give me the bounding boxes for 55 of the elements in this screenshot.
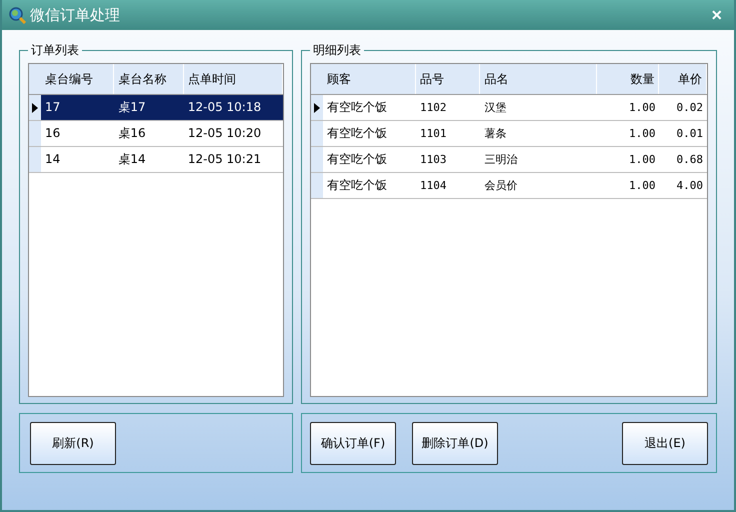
table-cell-text: 会员价 (483, 178, 518, 194)
table-cell-text: 1.00 (628, 100, 656, 116)
column-header[interactable]: 桌台编号 (41, 64, 114, 94)
table-cell-text: 1104 (419, 178, 448, 194)
table-cell-text: 0.01 (676, 126, 704, 142)
column-header[interactable]: 单价 (659, 64, 707, 94)
table-cell-text: 12-05 10:21 (186, 151, 262, 168)
table-row[interactable]: 有空吃个饭 1103 三明治 1.00 0.68 (311, 147, 707, 173)
table-row[interactable]: 14 桌14 12-05 10:21 (29, 147, 283, 173)
table-cell-text: 1.00 (628, 126, 656, 142)
table-cell-text: 有空吃个饭 (326, 151, 388, 168)
row-header[interactable] (311, 95, 323, 120)
group-title: 明细列表 (312, 42, 362, 59)
table-cell-text: 1.00 (628, 178, 656, 194)
table-cell-text: 汉堡 (483, 100, 508, 116)
column-header[interactable]: 桌台名称 (114, 64, 184, 94)
column-header[interactable]: 顾客 (323, 64, 416, 94)
table-cell-text: 4.00 (676, 178, 704, 194)
table-cell-text: 有空吃个饭 (326, 125, 388, 142)
table-row[interactable]: 17 桌17 12-05 10:18 (29, 95, 283, 121)
table-cell-text: 14 (44, 151, 62, 168)
column-header[interactable]: 品名 (480, 64, 598, 94)
column-header[interactable]: 品号 (416, 64, 480, 94)
refresh-button[interactable]: 刷新(R) (30, 422, 116, 464)
table-cell-text: 有空吃个饭 (326, 99, 388, 116)
exit-button[interactable]: 退出(E) (622, 422, 708, 464)
table-cell-text: 16 (44, 125, 62, 142)
magnifier-icon (8, 6, 26, 24)
column-header[interactable]: 数量 (597, 64, 660, 94)
delete-order-button[interactable]: 删除订单(D) (412, 422, 498, 464)
table-cell-text: 0.02 (676, 100, 704, 116)
table-cell-text: 有空吃个饭 (326, 177, 388, 194)
group-title: 订单列表 (30, 42, 80, 59)
table-cell-text: 1102 (419, 100, 448, 116)
table-cell-text: 0.68 (676, 152, 704, 168)
table-cell-text: 12-05 10:20 (186, 125, 262, 142)
table-cell: 桌17 (114, 95, 184, 120)
confirm-order-button[interactable]: 确认订单(F) (310, 422, 396, 464)
row-pointer-icon (314, 102, 320, 112)
table-cell: 17 (41, 95, 114, 120)
table-cell: 12-05 10:18 (184, 95, 283, 120)
row-pointer-icon (32, 102, 38, 112)
table-cell-text: 桌16 (117, 125, 147, 142)
column-header[interactable]: 点单时间 (184, 64, 283, 94)
table-cell-text: 薯条 (483, 126, 508, 142)
table-row[interactable]: 有空吃个饭 1102 汉堡 1.00 0.02 (311, 95, 707, 121)
window-title: 微信订单处理 (30, 6, 120, 24)
table-row[interactable]: 16 桌16 12-05 10:20 (29, 121, 283, 147)
table-cell-text: 三明治 (483, 152, 518, 168)
table-row[interactable]: 有空吃个饭 1101 薯条 1.00 0.01 (311, 121, 707, 147)
table-row[interactable]: 有空吃个饭 1104 会员价 1.00 4.00 (311, 173, 707, 199)
table-cell-text: 1.00 (628, 152, 656, 168)
table-cell-text: 1103 (419, 152, 448, 168)
table-cell-text: 桌14 (117, 151, 147, 168)
table-cell-text: 1101 (419, 126, 448, 142)
